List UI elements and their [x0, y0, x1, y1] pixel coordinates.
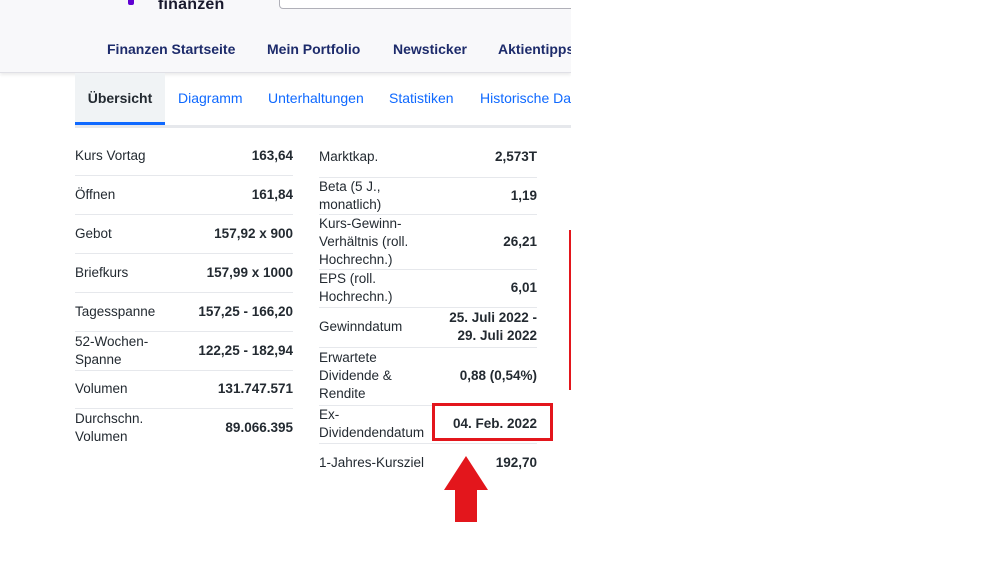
left-summary-value: 163,64 — [185, 137, 293, 176]
tab-diagramm[interactable]: Diagramm — [178, 73, 243, 125]
left-summary-row: Öffnen 161,84 — [75, 175, 293, 215]
logo-icon — [128, 0, 134, 5]
left-summary-label: Öffnen — [75, 175, 185, 215]
left-summary-row: Gebot 157,92 x 900 — [75, 214, 293, 254]
quote-tabs: Übersicht Diagramm Unterhaltungen Statis… — [75, 73, 571, 128]
left-summary-label: Durchschn. Volumen — [75, 410, 144, 444]
right-summary-label: Kurs-Gewinn- Verhältnis (roll. Hochrechn… — [319, 214, 437, 270]
left-summary-row: Volumen 131.747.571 — [75, 370, 293, 409]
left-summary-value: 157,92 x 900 — [185, 214, 293, 254]
right-summary-label: Marktkap. — [319, 137, 437, 178]
left-summary-value: 161,84 — [185, 175, 293, 215]
nav-aktientipps[interactable]: Aktientipps — [498, 41, 571, 57]
right-summary-value: 1,19 — [437, 177, 537, 215]
left-summary-row: Durchschn. Volumen 89.066.395 — [75, 408, 293, 447]
left-summary-label: 52-Wochen- Spanne — [75, 331, 185, 371]
left-summary-label: Gebot — [75, 214, 185, 254]
nav-finanzen-startseite[interactable]: Finanzen Startseite — [107, 41, 235, 57]
right-summary-label: 1-Jahres-Kursziel — [319, 455, 425, 471]
left-summary-value: 89.066.395 — [225, 419, 293, 435]
left-summary-value: 157,25 - 166,20 — [185, 292, 293, 332]
right-summary-row: 1-Jahres-Kursziel 192,70 — [319, 443, 537, 483]
tab-statistiken[interactable]: Statistiken — [389, 73, 454, 125]
search-input[interactable] — [279, 0, 571, 9]
right-summary-value: 26,21 — [437, 214, 537, 270]
right-summary-row: Kurs-Gewinn- Verhältnis (roll. Hochrechn… — [319, 214, 537, 270]
tab-unterhaltungen[interactable]: Unterhaltungen — [268, 73, 364, 125]
left-summary-row: 52-Wochen- Spanne 122,25 - 182,94 — [75, 331, 293, 371]
tab-historische-daten[interactable]: Historische Da — [480, 73, 571, 125]
left-summary-label: Kurs Vortag — [75, 137, 185, 176]
left-summary-row: Tagesspanne 157,25 - 166,20 — [75, 292, 293, 332]
right-summary-label: Beta (5 J., monatlich) — [319, 177, 437, 215]
left-summary-table: Kurs Vortag 163,64 Öffnen 161,84 Gebot 157,92… — [75, 137, 293, 447]
right-summary-value: 2,573T — [437, 137, 537, 178]
nav-newsticker[interactable]: Newsticker — [393, 41, 467, 57]
right-summary-row: Beta (5 J., monatlich) 1,19 — [319, 177, 537, 215]
annotation-line — [569, 230, 571, 390]
right-summary-label: Ex- Dividendendatum — [319, 405, 437, 444]
right-summary-label: Erwartete Dividende & Rendite — [319, 347, 437, 406]
right-summary-value: 6,01 — [437, 269, 537, 308]
right-summary-value: 25. Juli 2022 - 29. Juli 2022 — [437, 307, 537, 348]
left-summary-label: Briefkurs — [75, 253, 185, 293]
right-summary-row: Marktkap. 2,573T — [319, 137, 537, 178]
right-summary-value: 0,88 (0,54%) — [437, 347, 537, 406]
left-summary-row: Briefkurs 157,99 x 1000 — [75, 253, 293, 293]
right-summary-row: Erwartete Dividende & Rendite 0,88 (0,54%… — [319, 347, 537, 406]
nav-mein-portfolio[interactable]: Mein Portfolio — [267, 41, 360, 57]
left-summary-label: Tagesspanne — [75, 292, 185, 332]
right-summary-label: Gewinndatum — [319, 307, 437, 348]
left-summary-value: 157,99 x 1000 — [185, 253, 293, 293]
highlight-box — [432, 403, 553, 441]
right-summary-row: EPS (roll. Hochrechn.) 6,01 — [319, 269, 537, 308]
right-summary-row: Gewinndatum 25. Juli 2022 - 29. Juli 2022 — [319, 307, 537, 348]
tab-uebersicht[interactable]: Übersicht — [75, 73, 165, 125]
left-summary-value: 131.747.571 — [185, 370, 293, 409]
site-header: finanzen Finanzen Startseite Mein Portfo… — [0, 0, 571, 73]
left-summary-label: Volumen — [75, 370, 185, 409]
up-arrow-icon — [444, 456, 488, 522]
right-summary-label: EPS (roll. Hochrechn.) — [319, 269, 437, 308]
left-summary-row: Kurs Vortag 163,64 — [75, 137, 293, 176]
left-summary-value: 122,25 - 182,94 — [185, 331, 293, 371]
site-logo[interactable]: finanzen — [158, 0, 225, 14]
